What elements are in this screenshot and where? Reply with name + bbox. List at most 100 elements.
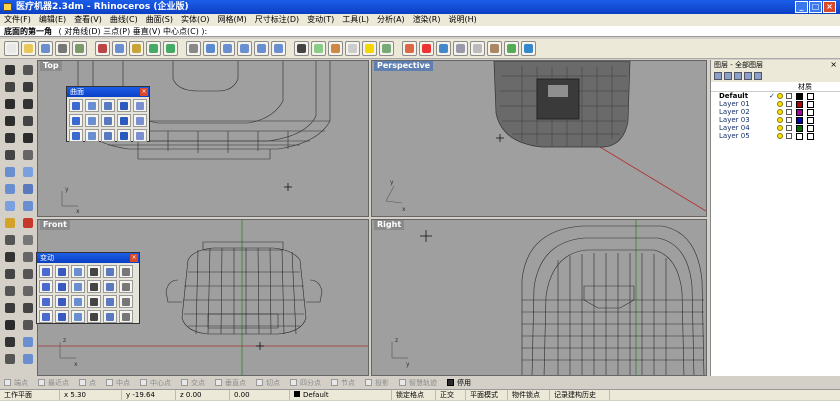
osnap-button[interactable] — [504, 41, 519, 56]
scale-tool[interactable] — [20, 283, 36, 298]
open-button[interactable] — [21, 41, 36, 56]
join-tool[interactable] — [2, 249, 18, 264]
layer-row[interactable]: Layer 03 — [711, 116, 840, 124]
transform-tool[interactable] — [55, 280, 69, 293]
menu-analyze[interactable]: 分析(A) — [373, 14, 409, 26]
status-planar[interactable]: 平面模式 — [466, 390, 508, 400]
line-tool[interactable] — [2, 79, 18, 94]
surface-tool[interactable] — [69, 129, 83, 142]
move-up-icon[interactable] — [734, 72, 742, 80]
viewport-label-perspective[interactable]: Perspective — [374, 61, 434, 71]
surface-tool[interactable] — [117, 99, 131, 112]
osnap-toggle[interactable]: 投影 — [365, 378, 389, 388]
transform-tool[interactable] — [71, 310, 85, 323]
material-swatch[interactable] — [807, 124, 814, 132]
copy-button[interactable] — [112, 41, 127, 56]
layer-name[interactable]: Layer 03 — [711, 116, 769, 124]
surface-tool[interactable] — [117, 129, 131, 142]
transform-tool[interactable] — [55, 265, 69, 278]
transform-tool[interactable] — [119, 310, 133, 323]
explode-tool[interactable] — [20, 215, 36, 230]
layer-name[interactable]: Layer 05 — [711, 132, 769, 140]
status-layer[interactable]: Default — [290, 390, 392, 400]
boolean-tool[interactable] — [2, 215, 18, 230]
color-button[interactable] — [402, 41, 417, 56]
layer-row[interactable]: Layer 04 — [711, 124, 840, 132]
transform-tool[interactable] — [87, 295, 101, 308]
viewport-perspective[interactable]: Perspective yx — [371, 60, 707, 217]
lock-icon[interactable] — [786, 117, 792, 123]
transform-palette-title[interactable]: 变动 × — [37, 253, 139, 263]
transform-tool[interactable] — [103, 265, 117, 278]
osnap-toggle[interactable]: 中心点 — [140, 378, 171, 388]
print-button[interactable] — [55, 41, 70, 56]
osnap-toggle[interactable]: 切点 — [256, 378, 280, 388]
split-tool[interactable] — [20, 232, 36, 247]
rectangle-tool[interactable] — [20, 113, 36, 128]
lock-icon[interactable] — [786, 125, 792, 131]
surface-tool[interactable] — [133, 99, 147, 112]
surface-tool[interactable] — [117, 114, 131, 127]
move-tool[interactable] — [2, 266, 18, 281]
lightbulb-icon[interactable] — [777, 101, 783, 107]
point-tool[interactable] — [20, 62, 36, 77]
menu-solid[interactable]: 实体(O) — [177, 14, 214, 26]
layer-color-swatch[interactable] — [796, 108, 803, 116]
material-swatch[interactable] — [807, 108, 814, 116]
cage-tool[interactable] — [2, 351, 18, 366]
layer-name[interactable]: Layer 02 — [711, 108, 769, 116]
transform-tool[interactable] — [39, 295, 53, 308]
material-swatch[interactable] — [807, 132, 814, 140]
redo-button[interactable] — [163, 41, 178, 56]
viewport-right[interactable]: Right zy — [371, 219, 707, 376]
lightbulb-icon[interactable] — [777, 93, 783, 99]
surface-tool[interactable] — [101, 99, 115, 112]
surface-tool[interactable] — [133, 114, 147, 127]
osnap-toggle[interactable]: 垂直点 — [215, 378, 246, 388]
status-osnap[interactable]: 物件锁点 — [508, 390, 550, 400]
text-tool[interactable] — [2, 334, 18, 349]
layer-color-swatch[interactable] — [796, 124, 803, 132]
help-button[interactable] — [521, 41, 536, 56]
status-snap[interactable]: 锁定格点 — [392, 390, 436, 400]
fillet-tool[interactable] — [2, 147, 18, 162]
menu-help[interactable]: 说明(H) — [445, 14, 481, 26]
zoom-window-button[interactable] — [237, 41, 252, 56]
layer-row[interactable]: Layer 05 — [711, 132, 840, 140]
lightbulb-icon[interactable] — [777, 109, 783, 115]
surface-palette[interactable]: 曲面 × — [66, 86, 150, 142]
loft-tool[interactable] — [20, 198, 36, 213]
layer-color-swatch[interactable] — [796, 100, 803, 108]
transform-tool[interactable] — [71, 265, 85, 278]
transform-tool[interactable] — [39, 280, 53, 293]
transform-tool[interactable] — [71, 295, 85, 308]
layer-name[interactable]: Layer 04 — [711, 124, 769, 132]
new-button[interactable] — [4, 41, 19, 56]
material-button[interactable] — [419, 41, 434, 56]
zoom-selected-button[interactable] — [271, 41, 286, 56]
arc-tool[interactable] — [20, 96, 36, 111]
lightbulb-button[interactable] — [362, 41, 377, 56]
surface-tool[interactable] — [2, 164, 18, 179]
polyline-tool[interactable] — [20, 79, 36, 94]
layer-color-swatch[interactable] — [796, 92, 803, 100]
box-tool[interactable] — [2, 181, 18, 196]
transform-palette[interactable]: 变动 × — [36, 252, 140, 324]
lock-icon[interactable] — [786, 101, 792, 107]
surface-tool[interactable] — [69, 114, 83, 127]
transform-tool[interactable] — [103, 280, 117, 293]
transform-tool[interactable] — [119, 295, 133, 308]
grid-button[interactable] — [311, 41, 326, 56]
osnap-toggle[interactable]: 点 — [79, 378, 96, 388]
transform-tool[interactable] — [39, 310, 53, 323]
ellipse-tool[interactable] — [2, 113, 18, 128]
zoom-extents-button[interactable] — [254, 41, 269, 56]
pointer-button[interactable] — [294, 41, 309, 56]
col-material[interactable]: 材质 — [798, 82, 818, 91]
circle-tool[interactable] — [2, 96, 18, 111]
col-name[interactable] — [711, 82, 776, 91]
offset-tool[interactable] — [20, 147, 36, 162]
import-button[interactable] — [72, 41, 87, 56]
block-tool[interactable] — [20, 334, 36, 349]
sphere-tool[interactable] — [20, 181, 36, 196]
